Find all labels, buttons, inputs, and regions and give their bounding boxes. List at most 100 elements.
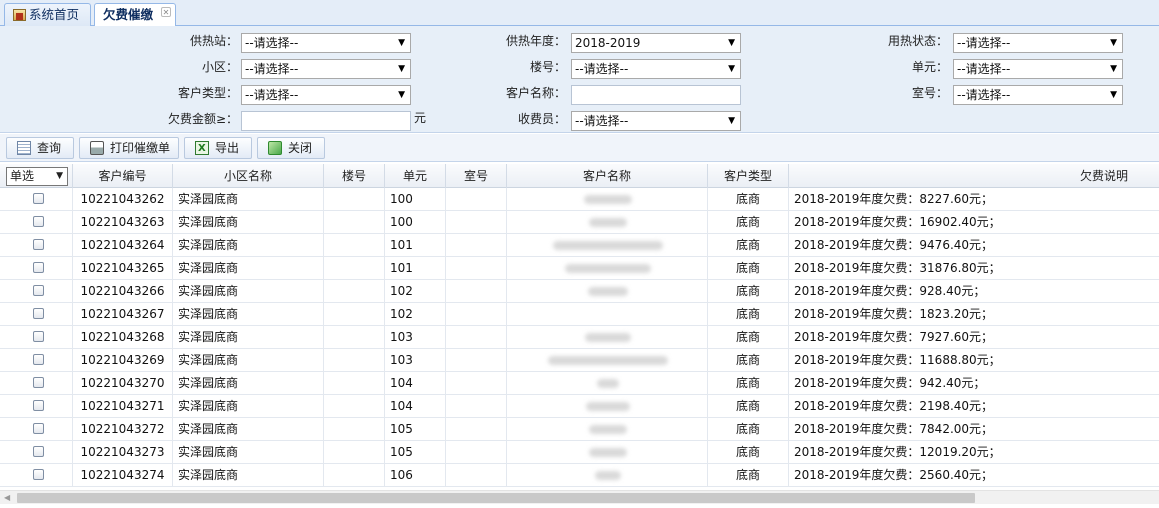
row-checkbox[interactable] — [33, 193, 44, 204]
heating-station-select[interactable]: --请选择-- ▼ — [241, 33, 411, 53]
cell-building — [324, 303, 385, 326]
arrears-amount-input[interactable] — [241, 111, 411, 131]
row-checkbox[interactable] — [33, 469, 44, 480]
col-header-arrears-desc[interactable]: 欠费说明 — [789, 164, 1159, 188]
query-button[interactable]: 查询 — [6, 137, 74, 159]
cell-arrears-desc: 2018-2019年度欠费：2560.40元； — [794, 468, 994, 482]
building-label: 楼号： — [529, 60, 566, 74]
cell-customer-type: 底商 — [708, 326, 789, 349]
redacted-name — [553, 241, 663, 250]
row-checkbox[interactable] — [33, 354, 44, 365]
table-row[interactable]: 10221043265 实泽园底商 101 底商 2018-2019年度欠费：31876… — [0, 257, 1159, 280]
cell-community: 实泽园底商 — [173, 372, 324, 395]
table-row[interactable]: 10221043271 实泽园底商 104 底商 2018-2019年度欠费：2198.… — [0, 395, 1159, 418]
cell-community: 实泽园底商 — [173, 257, 324, 280]
table-row[interactable]: 10221043266 实泽园底商 102 底商 2018-2019年度欠费：928.4… — [0, 280, 1159, 303]
scrollbar-thumb[interactable] — [17, 493, 975, 503]
table-row[interactable]: 10221043273 实泽园底商 105 底商 2018-2019年度欠费：12019… — [0, 441, 1159, 464]
table-row[interactable]: 10221043262 实泽园底商 100 底商 2018-2019年度欠费：8227.… — [0, 188, 1159, 211]
col-header-unit[interactable]: 单元 — [385, 164, 446, 188]
print-notice-button[interactable]: 打印催缴单 — [79, 137, 179, 159]
tab-arrears-collection[interactable]: 欠费催缴 ✕ — [94, 3, 176, 27]
row-checkbox[interactable] — [33, 423, 44, 434]
printer-icon — [90, 141, 104, 155]
row-checkbox[interactable] — [33, 285, 44, 296]
col-header-room[interactable]: 室号 — [446, 164, 507, 188]
cell-customer-name — [507, 395, 708, 418]
redacted-name — [588, 287, 628, 296]
cell-customer-type: 底商 — [708, 303, 789, 326]
table-row[interactable]: 10221043270 实泽园底商 104 底商 2018-2019年度欠费：942.4… — [0, 372, 1159, 395]
cell-building — [324, 211, 385, 234]
community-select[interactable]: --请选择-- ▼ — [241, 59, 411, 79]
table-row[interactable]: 10221043268 实泽园底商 103 底商 2018-2019年度欠费：7927.… — [0, 326, 1159, 349]
row-checkbox[interactable] — [33, 377, 44, 388]
cell-room — [446, 464, 507, 487]
col-header-customer-id[interactable]: 客户编号 — [73, 164, 173, 188]
customer-type-select[interactable]: --请选择-- ▼ — [241, 85, 411, 105]
close-button[interactable]: 关闭 — [257, 137, 325, 159]
table-row[interactable]: 10221043269 实泽园底商 103 底商 2018-2019年度欠费：11688… — [0, 349, 1159, 372]
cell-community: 实泽园底商 — [173, 211, 324, 234]
cell-building — [324, 188, 385, 211]
table-row[interactable]: 10221043263 实泽园底商 100 底商 2018-2019年度欠费：16902… — [0, 211, 1159, 234]
col-header-customer-type[interactable]: 客户类型 — [708, 164, 789, 188]
chevron-down-icon: ▼ — [398, 38, 405, 48]
horizontal-scrollbar[interactable]: ◀ — [0, 490, 1159, 504]
redacted-name — [586, 402, 630, 411]
close-icon[interactable]: ✕ — [161, 7, 171, 17]
heating-year-select[interactable]: 2018-2019 ▼ — [571, 33, 741, 53]
cell-customer-type: 底商 — [708, 395, 789, 418]
redacted-name — [589, 425, 627, 434]
scroll-left-icon[interactable]: ◀ — [4, 491, 10, 504]
table-row[interactable]: 10221043274 实泽园底商 106 底商 2018-2019年度欠费：2560.… — [0, 464, 1159, 487]
row-checkbox[interactable] — [33, 262, 44, 273]
cell-community: 实泽园底商 — [173, 188, 324, 211]
cell-unit: 105 — [385, 418, 446, 441]
row-select-cell — [0, 280, 73, 303]
cell-customer-id: 10221043273 — [73, 441, 173, 464]
room-label: 室号： — [911, 86, 948, 100]
row-checkbox[interactable] — [33, 239, 44, 250]
cell-customer-name — [507, 349, 708, 372]
row-checkbox[interactable] — [33, 446, 44, 457]
row-checkbox[interactable] — [33, 331, 44, 342]
heating-station-label: 供热站： — [189, 34, 238, 48]
unit-select[interactable]: --请选择-- ▼ — [953, 59, 1123, 79]
cell-customer-name — [507, 441, 708, 464]
row-checkbox[interactable] — [33, 400, 44, 411]
cell-customer-name — [507, 372, 708, 395]
col-header-customer-name[interactable]: 客户名称 — [507, 164, 708, 188]
heating-year-label: 供热年度： — [505, 34, 566, 48]
building-select[interactable]: --请选择-- ▼ — [571, 59, 741, 79]
room-select[interactable]: --请选择-- ▼ — [953, 85, 1123, 105]
customer-name-input[interactable] — [571, 85, 741, 105]
row-select-cell — [0, 326, 73, 349]
cell-customer-id: 10221043271 — [73, 395, 173, 418]
cell-unit: 105 — [385, 441, 446, 464]
unit-label: 单元： — [911, 60, 948, 74]
cell-customer-name — [507, 234, 708, 257]
row-checkbox[interactable] — [33, 216, 44, 227]
table-row[interactable]: 10221043264 实泽园底商 101 底商 2018-2019年度欠费：9476.… — [0, 234, 1159, 257]
customer-type-label: 客户类型： — [177, 86, 238, 100]
cell-customer-name — [507, 280, 708, 303]
tab-home[interactable]: 系统首页 — [4, 3, 91, 26]
exit-icon — [268, 141, 282, 155]
col-header-community[interactable]: 小区名称 — [173, 164, 324, 188]
export-button[interactable]: 导出 — [184, 137, 252, 159]
cell-unit: 104 — [385, 395, 446, 418]
cell-unit: 103 — [385, 349, 446, 372]
select-mode-dropdown[interactable]: 单选 ▼ — [6, 167, 68, 186]
excel-icon — [195, 139, 209, 159]
cell-community: 实泽园底商 — [173, 234, 324, 257]
row-checkbox[interactable] — [33, 308, 44, 319]
heat-status-select[interactable]: --请选择-- ▼ — [953, 33, 1123, 53]
collector-select[interactable]: --请选择-- ▼ — [571, 111, 741, 131]
cell-customer-name — [507, 326, 708, 349]
cell-building — [324, 395, 385, 418]
table-row[interactable]: 10221043267 实泽园底商 102 底商 2018-2019年度欠费：1823.… — [0, 303, 1159, 326]
cell-customer-type: 底商 — [708, 234, 789, 257]
col-header-building[interactable]: 楼号 — [324, 164, 385, 188]
table-row[interactable]: 10221043272 实泽园底商 105 底商 2018-2019年度欠费：7842.… — [0, 418, 1159, 441]
